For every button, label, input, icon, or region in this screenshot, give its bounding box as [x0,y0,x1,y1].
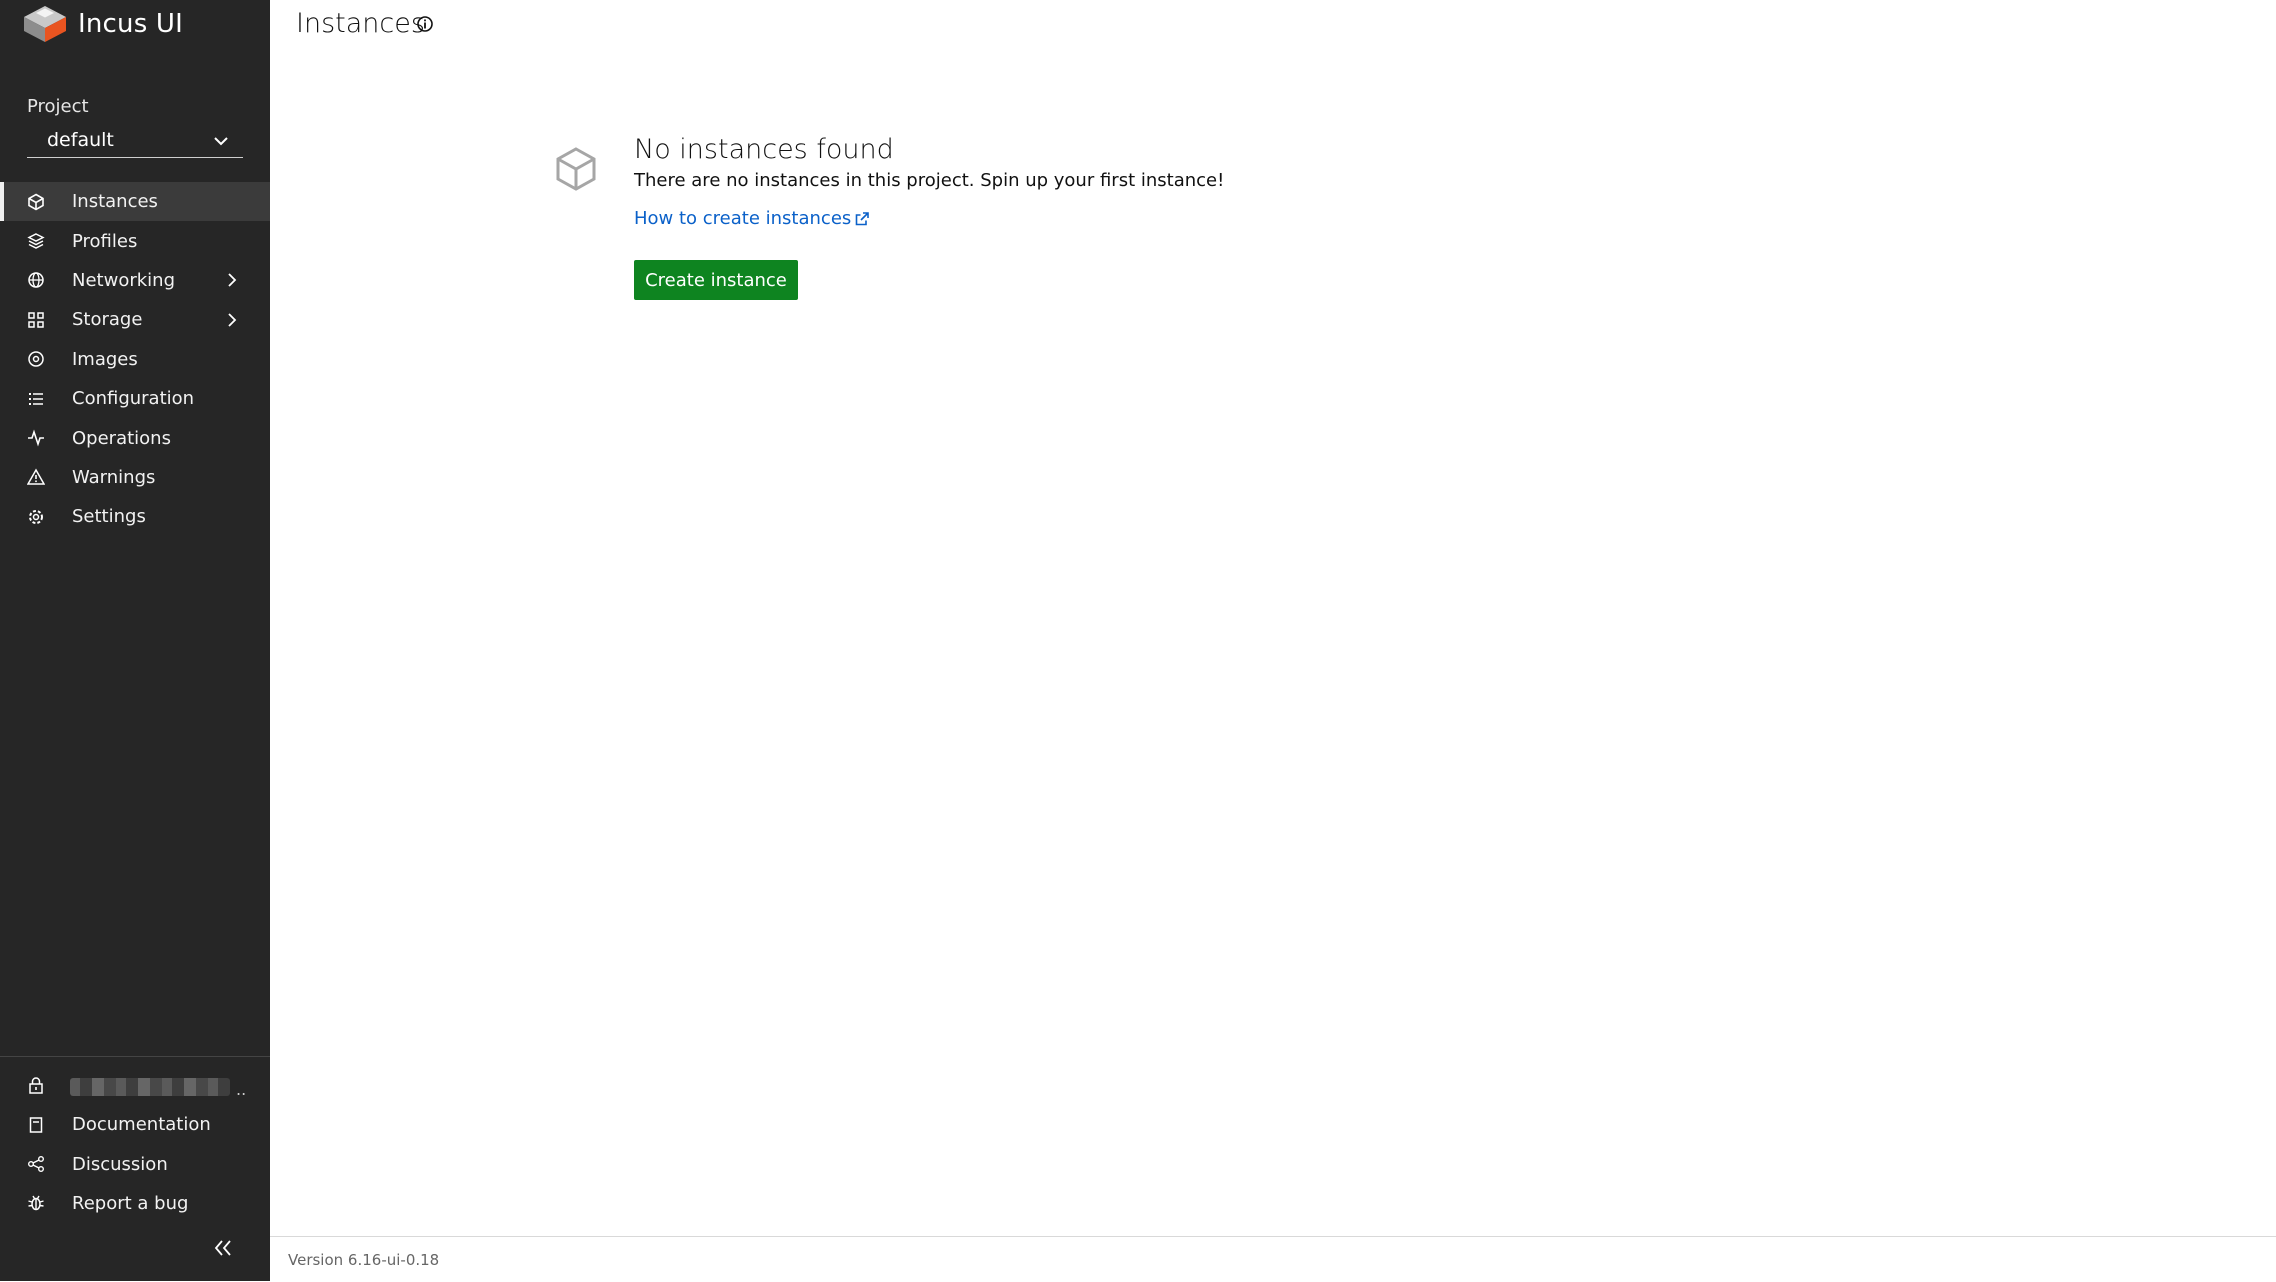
sidebar-item-configuration[interactable]: Configuration [0,379,270,418]
configuration-icon [26,389,46,409]
sidebar-item-label: Networking [72,269,175,291]
info-icon[interactable] [416,15,434,33]
instance-box-icon [556,147,596,191]
lock-icon [26,1075,46,1095]
sidebar-item-label: Settings [72,506,146,528]
instances-icon [26,192,46,212]
project-label: Project [27,96,89,117]
sidebar-item-storage[interactable]: Storage [0,300,270,339]
project-selected-value: default [47,129,114,151]
sidebar-item-profiles[interactable]: Profiles [0,221,270,260]
version-text: Version 6.16-ui-0.18 [288,1251,440,1269]
images-icon [26,349,46,369]
create-instance-button[interactable]: Create instance [634,260,798,300]
empty-state-description: There are no instances in this project. … [634,170,1225,191]
sidebar-item-label: Configuration [72,388,195,410]
page-title: Instances [296,8,425,39]
sidebar-item-label: Discussion [72,1153,168,1175]
page-footer: Version 6.16-ui-0.18 [270,1236,2276,1282]
sidebar-item-label: Storage [72,309,143,331]
sidebar-item-label: Report a bug [72,1192,189,1214]
sidebar-nav: Instances Profiles Networking Storage Im… [0,182,270,537]
sidebar: Incus UI Project default Instances Profi… [0,0,270,1281]
sidebar-item-label: Images [72,348,138,370]
sidebar-item-operations[interactable]: Operations [0,418,270,457]
documentation-icon [26,1115,46,1135]
app-title: Incus UI [78,9,184,39]
docs-link[interactable]: How to create instances [634,208,870,229]
sidebar-item-label: Warnings [72,466,156,488]
sidebar-item-report-bug[interactable]: Report a bug [0,1184,270,1223]
sidebar-item-discussion[interactable]: Discussion [0,1144,270,1183]
bug-icon [26,1193,46,1213]
empty-state-title: No instances found [634,134,894,165]
ellipsis: .. [236,1080,247,1099]
networking-icon [26,270,46,290]
sidebar-item-warnings[interactable]: Warnings [0,458,270,497]
collapse-sidebar-icon[interactable] [212,1238,234,1258]
warning-icon [26,467,46,487]
settings-icon [26,507,46,527]
chevron-right-icon [228,313,237,327]
sidebar-item-label: Instances [72,191,158,213]
sidebar-item-documentation[interactable]: Documentation [0,1105,270,1144]
sidebar-item-label: Profiles [72,230,138,252]
sidebar-item-images[interactable]: Images [0,340,270,379]
docs-link-label: How to create instances [634,208,852,229]
profiles-icon [26,231,46,251]
project-select[interactable]: default [27,124,243,158]
sidebar-item-label: Operations [72,427,171,449]
user-identity-redacted[interactable] [70,1078,230,1096]
sidebar-item-instances[interactable]: Instances [0,182,270,222]
sidebar-divider [0,1056,270,1057]
sidebar-footer-nav: Documentation Discussion Report a bug [0,1105,270,1223]
sidebar-item-networking[interactable]: Networking [0,261,270,300]
chevron-down-icon [214,137,228,146]
app-logo[interactable]: Incus UI [22,4,183,44]
operations-icon [26,428,46,448]
sidebar-item-settings[interactable]: Settings [0,497,270,536]
external-link-icon [855,212,870,226]
share-icon [26,1154,46,1174]
storage-icon [26,310,46,330]
sidebar-item-label: Documentation [72,1114,211,1136]
chevron-right-icon [228,273,237,288]
incus-logo-icon [24,6,66,42]
